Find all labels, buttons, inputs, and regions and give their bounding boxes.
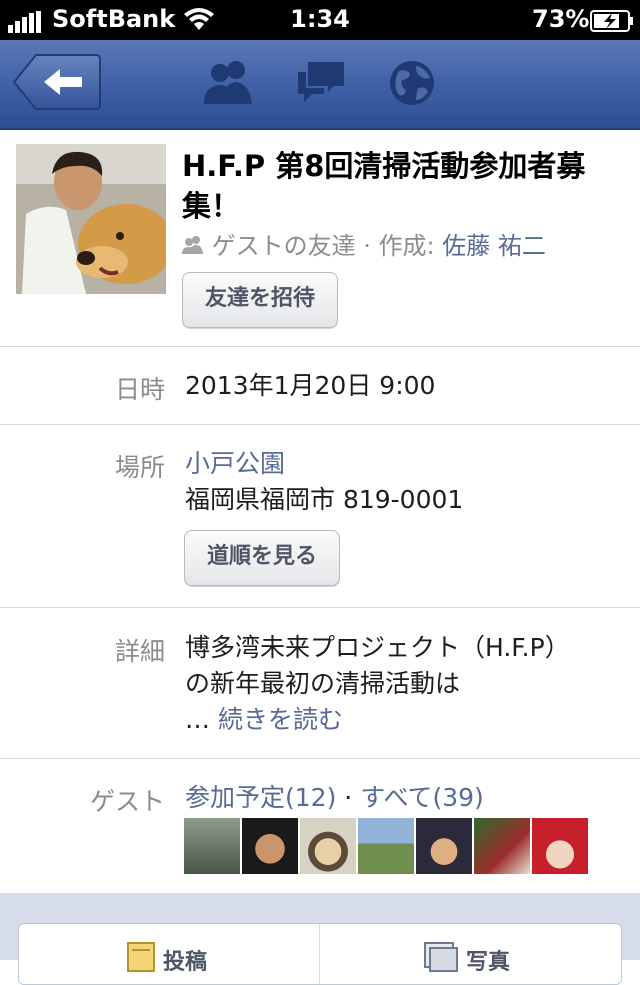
battery-percent: 73% [532,5,590,33]
guest-avatar[interactable] [474,818,530,874]
creator-prefix: 作成: [378,232,435,260]
back-button[interactable] [12,53,102,111]
post-icon [127,942,155,972]
guest-avatar[interactable] [416,818,472,874]
detail-line-2: の新年最初の清掃活動は [185,669,461,698]
guest-avatar[interactable] [300,818,356,874]
directions-button[interactable]: 道順を見る [184,530,340,586]
battery-charging-icon [590,10,634,36]
invite-friends-button[interactable]: 友達を招待 [182,272,338,328]
guests-label: ゲスト [89,787,165,816]
bottom-area: 投稿 写真 [0,893,640,985]
guest-avatar[interactable] [242,818,298,874]
detail-label: 詳細 [114,637,165,666]
detail-ellipsis: … [185,705,210,734]
event-meta: ゲストの友達 · 作成: 佐藤 祐二 [182,226,632,261]
notifications-globe-icon[interactable] [386,58,438,112]
divider [0,424,640,425]
event-title: H.F.P 第8回清掃活動参加者募集！ [182,149,586,223]
guests-privacy-icon [182,236,203,254]
post-label: 投稿 [163,950,208,975]
datetime-value: 2013年1月20日 9:00 [185,371,436,400]
read-more-link[interactable]: 続きを読む [218,705,343,734]
status-bar: SoftBank 1:34 73% [0,0,640,40]
detail-line-1: 博多湾未来プロジェクト（H.F.P） [185,633,570,662]
place-label: 場所 [114,453,165,482]
back-arrow-icon [12,54,101,110]
guest-avatar[interactable] [358,818,414,874]
meta-separator: · [363,232,371,260]
guest-avatar[interactable] [184,818,240,874]
all-guests-link[interactable]: すべて(39) [360,783,484,812]
divider [0,346,640,347]
event-header: H.F.P 第8回清掃活動参加者募集！ ゲストの友達 · 作成: 佐藤 祐二 友… [0,130,640,346]
guest-counts: 参加予定(12) · すべて(39) [185,780,484,816]
messages-icon[interactable] [294,58,350,110]
creator-link[interactable]: 佐藤 祐二 [442,232,546,260]
action-bar: 投稿 写真 [18,923,622,985]
guests-separator: · [344,783,353,812]
datetime-label: 日時 [114,375,165,404]
photo-icon [424,942,458,972]
event-photo [16,144,166,294]
guest-avatar[interactable] [532,818,588,874]
privacy-label: ゲストの友達 [211,232,356,260]
divider [0,607,640,608]
friends-icon[interactable] [200,58,256,110]
place-address: 福岡県福岡市 819-0001 [185,485,464,514]
going-link[interactable]: 参加予定(12) [185,783,336,812]
nav-bar [0,40,640,130]
photo-button[interactable]: 写真 [320,924,620,984]
divider [0,758,640,759]
photo-label: 写真 [466,950,511,975]
post-button[interactable]: 投稿 [19,924,319,984]
place-name-link[interactable]: 小戸公園 [185,446,285,482]
detail-line-3: … 続きを読む [185,702,343,738]
